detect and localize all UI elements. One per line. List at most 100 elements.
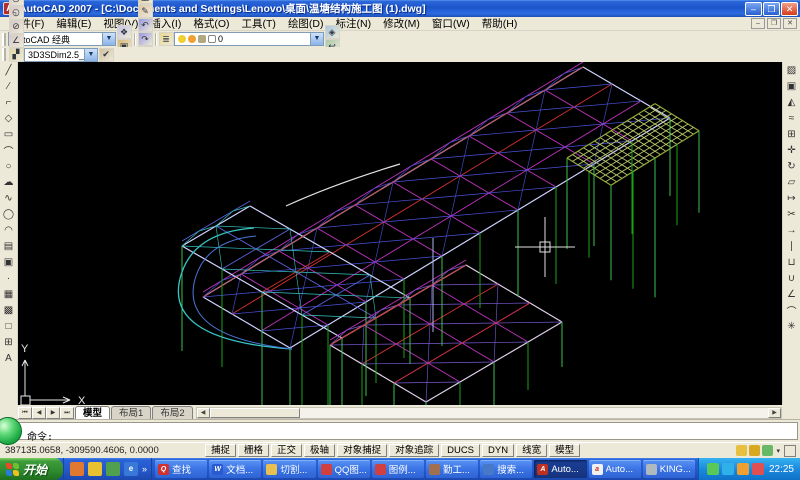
offset-icon[interactable]: ≈ xyxy=(784,111,799,126)
chevron-down-icon[interactable]: ▼ xyxy=(310,33,323,45)
status-toggle-捕捉[interactable]: 捕捉 xyxy=(205,444,236,457)
validation-icon[interactable] xyxy=(762,445,773,456)
stretch-icon[interactable]: ↦ xyxy=(784,191,799,206)
redo-icon[interactable]: ↷ xyxy=(138,32,153,46)
rotate-icon[interactable]: ↻ xyxy=(784,159,799,174)
revcloud-icon[interactable]: ☁ xyxy=(1,175,16,190)
status-toggle-DYN[interactable]: DYN xyxy=(482,444,514,457)
status-toggle-DUCS[interactable]: DUCS xyxy=(441,444,480,457)
circle-icon[interactable]: ○ xyxy=(1,159,16,174)
explode-icon[interactable]: ✳ xyxy=(784,319,799,334)
move-icon[interactable]: ✛ xyxy=(784,143,799,158)
minimize-button[interactable]: – xyxy=(745,2,762,16)
hatch-icon[interactable]: ▦ xyxy=(1,287,16,302)
taskbar-task-3[interactable]: QQ图... xyxy=(318,460,370,478)
taskbar-task-4[interactable]: 图例... xyxy=(372,460,424,478)
mdi-restore-icon[interactable]: ❐ xyxy=(767,18,781,29)
erase-icon[interactable]: ▨ xyxy=(784,63,799,78)
insert-block-icon[interactable]: ▤ xyxy=(1,239,16,254)
gradient-icon[interactable]: ▩ xyxy=(1,303,16,318)
copy-object-icon[interactable]: ▣ xyxy=(784,79,799,94)
scale-icon[interactable]: ▱ xyxy=(784,175,799,190)
polygon-icon[interactable]: ◇ xyxy=(1,111,16,126)
taskbar-task-0[interactable]: Q查找 xyxy=(155,460,207,478)
quicklaunch-media-icon[interactable] xyxy=(88,462,102,476)
spline-icon[interactable]: ∿ xyxy=(1,191,16,206)
tray-im-icon[interactable] xyxy=(752,463,764,475)
horizontal-scrollbar[interactable]: ◀ ▶ xyxy=(196,407,782,419)
taskbar-task-2[interactable]: 切割... xyxy=(263,460,315,478)
construction-line-icon[interactable]: ∕ xyxy=(1,79,16,94)
chevron-down-icon[interactable]: ▼ xyxy=(84,49,97,61)
undo-icon[interactable]: ↶ xyxy=(138,18,153,32)
region-icon[interactable]: □ xyxy=(1,319,16,334)
dim-angular-icon[interactable]: ∠ xyxy=(9,34,24,48)
line-icon[interactable]: ╱ xyxy=(1,63,16,78)
menu-item-8[interactable]: 修改(M) xyxy=(377,18,426,30)
tab-nav-3-icon[interactable]: ⏭ xyxy=(60,407,74,419)
make-block-icon[interactable]: ▣ xyxy=(1,255,16,270)
scroll-left-icon[interactable]: ◀ xyxy=(197,408,210,418)
mdi-close-icon[interactable]: ✕ xyxy=(783,18,797,29)
quicklaunch-desktop-icon[interactable] xyxy=(106,462,120,476)
dim-jogged-icon[interactable]: ◵ xyxy=(9,6,24,20)
menu-item-6[interactable]: 绘图(D) xyxy=(282,18,330,30)
chevron-down-icon[interactable]: ▼ xyxy=(102,33,115,45)
arc-icon[interactable]: ⌒ xyxy=(1,143,16,158)
make-object-layer-icon[interactable]: ◈ xyxy=(325,25,340,39)
dim-diameter-icon[interactable]: ⊘ xyxy=(9,20,24,34)
toolbar-grip[interactable] xyxy=(2,48,6,61)
taskbar-task-9[interactable]: KING... xyxy=(643,460,695,478)
clean-screen-icon[interactable] xyxy=(784,445,796,457)
dim-style-icon[interactable]: ✔ xyxy=(99,48,114,62)
status-menu-caret-icon[interactable]: ▾ xyxy=(776,447,780,455)
drawing-viewport[interactable]: YX xyxy=(18,62,782,405)
break-point-icon[interactable]: ∣ xyxy=(784,239,799,254)
array-icon[interactable]: ⊞ xyxy=(784,127,799,142)
mtext-icon[interactable]: A xyxy=(1,351,16,366)
scroll-right-icon[interactable]: ▶ xyxy=(768,408,781,418)
fillet-icon[interactable]: ⌒ xyxy=(784,303,799,318)
quick-dim-icon[interactable]: ▞ xyxy=(9,48,24,62)
mdi-minimize-icon[interactable]: – xyxy=(751,18,765,29)
status-toggle-对象追踪[interactable]: 对象追踪 xyxy=(389,444,439,457)
restore-button[interactable]: ❐ xyxy=(763,2,780,16)
taskbar-task-6[interactable]: 搜索... xyxy=(480,460,532,478)
tab-布局2[interactable]: 布局2 xyxy=(152,406,192,419)
break-icon[interactable]: ⊔ xyxy=(784,255,799,270)
polyline-icon[interactable]: ⌐ xyxy=(1,95,16,110)
layer-combobox[interactable]: 0 ▼ xyxy=(174,32,324,46)
quicklaunch-grid-icon[interactable] xyxy=(70,462,84,476)
quicklaunch-more-icon[interactable]: » xyxy=(142,464,147,474)
status-toggle-线宽[interactable]: 线宽 xyxy=(516,444,547,457)
taskbar-task-7[interactable]: AAuto... xyxy=(534,460,586,478)
taskbar-task-5[interactable]: 勤工... xyxy=(426,460,478,478)
ellipse-icon[interactable]: ◯ xyxy=(1,207,16,222)
scrollbar-thumb[interactable] xyxy=(210,408,300,418)
command-input[interactable]: 命令: xyxy=(2,422,798,440)
status-toggle-正交[interactable]: 正交 xyxy=(271,444,302,457)
menu-item-4[interactable]: 格式(O) xyxy=(187,18,235,30)
trim-icon[interactable]: ✂ xyxy=(784,207,799,222)
toolbar-grip[interactable] xyxy=(2,33,6,46)
tab-模型[interactable]: 模型 xyxy=(75,406,110,419)
matchprop-icon[interactable]: ✎ xyxy=(138,4,153,18)
workspace-settings-icon[interactable]: ❖ xyxy=(117,25,132,39)
menu-item-10[interactable]: 帮助(H) xyxy=(476,18,524,30)
menu-item-9[interactable]: 窗口(W) xyxy=(426,18,476,30)
dim-style-combobox[interactable]: 3D3SDim2.5_2X ▼ xyxy=(24,48,98,62)
close-button[interactable]: ✕ xyxy=(781,2,798,16)
extend-icon[interactable]: → xyxy=(784,223,799,238)
tab-nav-0-icon[interactable]: ⏮ xyxy=(18,407,32,419)
taskbar-task-8[interactable]: aAuto... xyxy=(589,460,641,478)
point-icon[interactable]: · xyxy=(1,271,16,286)
join-icon[interactable]: ∪ xyxy=(784,271,799,286)
menu-item-5[interactable]: 工具(T) xyxy=(236,18,282,30)
table-icon[interactable]: ⊞ xyxy=(1,335,16,350)
quicklaunch-browser-icon[interactable]: e xyxy=(124,462,138,476)
taskbar-task-1[interactable]: W文档... xyxy=(209,460,261,478)
chamfer-icon[interactable]: ∠ xyxy=(784,287,799,302)
menu-item-1[interactable]: 编辑(E) xyxy=(50,18,97,30)
tray-safety-icon[interactable] xyxy=(722,463,734,475)
rectangle-icon[interactable]: ▭ xyxy=(1,127,16,142)
